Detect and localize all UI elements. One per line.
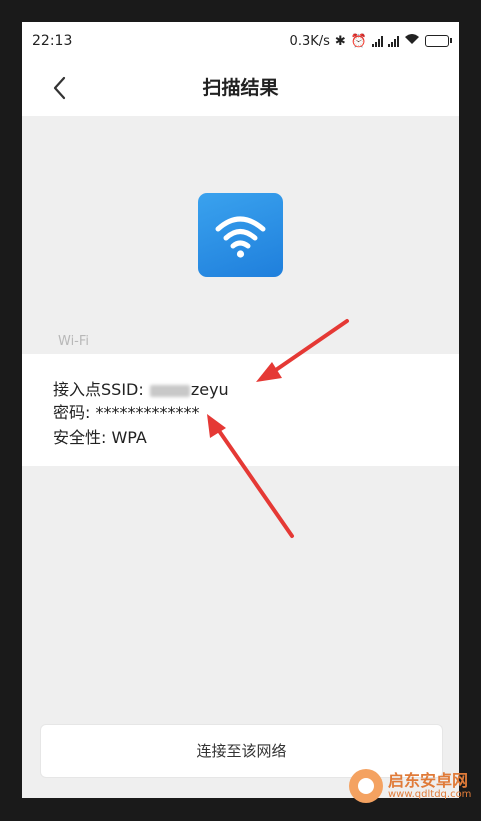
status-icons: 0.3K/s ✱ ⏰ xyxy=(289,33,452,49)
wifi-icon xyxy=(198,193,283,277)
net-speed: 0.3K/s xyxy=(289,33,330,49)
wifi-status-icon xyxy=(404,33,420,49)
signal-icon xyxy=(372,35,383,47)
app-header: 扫描结果 xyxy=(22,60,459,116)
device-frame: 22:13 0.3K/s ✱ ⏰ 扫描结果 Wi-Fi 接入点SSID: zey… xyxy=(0,0,481,821)
wifi-details-card: 接入点SSID: zeyu 密码: ************* 安全性: WPA xyxy=(22,354,459,466)
page-title: 扫描结果 xyxy=(202,77,279,99)
security-row: 安全性: WPA xyxy=(53,424,147,448)
password-row: 密码: ************* xyxy=(53,399,199,423)
security-value: WPA xyxy=(111,428,147,447)
status-bar: 22:13 0.3K/s ✱ ⏰ xyxy=(22,22,459,60)
ssid-row: 接入点SSID: zeyu xyxy=(53,376,229,400)
watermark-logo-icon xyxy=(349,769,383,803)
ssid-value: zeyu xyxy=(190,380,229,399)
bluetooth-icon: ✱ xyxy=(334,33,346,49)
watermark-url: www.qdltdq.com xyxy=(388,789,472,801)
ssid-label: 接入点SSID: xyxy=(53,380,149,399)
signal-icon xyxy=(388,35,399,47)
watermark-text: 启东安卓网 www.qdltdq.com xyxy=(388,772,471,801)
watermark: 启东安卓网 www.qdltdq.com xyxy=(349,769,471,803)
password-label: 密码: xyxy=(53,403,96,422)
battery-icon xyxy=(425,35,452,47)
password-value: ************* xyxy=(95,403,200,422)
section-label-wifi: Wi-Fi xyxy=(58,334,90,349)
ssid-redacted xyxy=(149,384,190,397)
security-label: 安全性: xyxy=(53,428,112,447)
status-time: 22:13 xyxy=(32,33,73,49)
alarm-icon: ⏰ xyxy=(350,33,367,49)
phone-screen: 22:13 0.3K/s ✱ ⏰ 扫描结果 Wi-Fi 接入点SSID: zey… xyxy=(22,22,459,798)
watermark-title: 启东安卓网 xyxy=(388,770,469,790)
